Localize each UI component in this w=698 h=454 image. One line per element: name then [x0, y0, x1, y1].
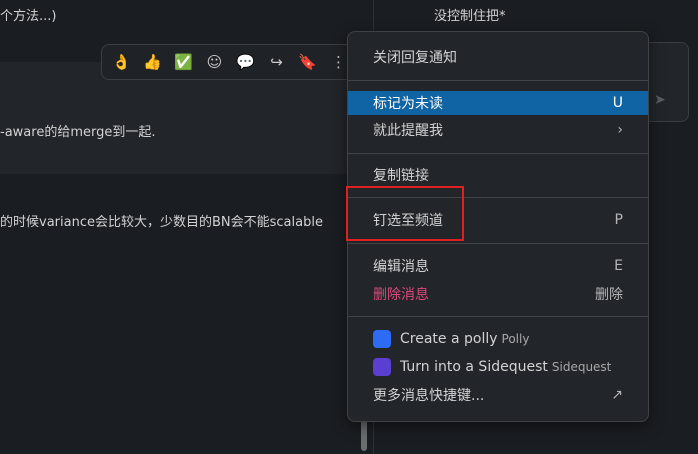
menu-item-label: 删除消息 [373, 287, 429, 303]
polly-app-icon [373, 330, 391, 348]
sidequest-menu-item[interactable]: Turn into a Sidequest Sidequest [348, 355, 648, 379]
thread-composer[interactable] [648, 42, 689, 122]
delete-message-menu-item[interactable]: 删除消息 删除 [348, 282, 648, 306]
menu-item-label: 标记为未读 [373, 96, 443, 112]
check-icon[interactable]: ✅ [170, 48, 197, 76]
copy-link-menu-item[interactable]: 复制链接 [348, 163, 648, 187]
shortcut-hint: P [614, 212, 623, 228]
bookmark-icon[interactable]: 🔖 [294, 48, 321, 76]
message-actions-toolbar: 👌 👍 ✅ ☺ 💬 ↪ 🔖 ⋮ [101, 44, 357, 80]
message-text: -aware的给merge到一起. [0, 125, 156, 140]
create-polly-menu-item[interactable]: Create a polly Polly [348, 327, 648, 351]
menu-divider [348, 243, 648, 244]
app-shortcut-label: Create a polly Polly [400, 331, 529, 347]
message-text: 个方法...) [0, 9, 57, 24]
menu-divider [348, 80, 648, 81]
edit-message-menu-item[interactable]: 编辑消息 E [348, 254, 648, 278]
menu-item-label: 编辑消息 [373, 259, 429, 275]
menu-item-label: 就此提醒我 [373, 123, 443, 139]
app-name: Polly [501, 332, 530, 346]
ok-hand-icon[interactable]: 👌 [108, 48, 135, 76]
more-shortcuts-menu-item[interactable]: 更多消息快捷键... ↗ [348, 383, 648, 407]
message-text: 的时候variance会比较大，少数目的BN会不能scalable [0, 215, 323, 230]
menu-item-label: 更多消息快捷键... [373, 388, 485, 404]
menu-item-label: 关闭回复通知 [373, 50, 457, 66]
external-link-icon: ↗ [611, 387, 623, 403]
app-shortcut-label: Turn into a Sidequest Sidequest [400, 359, 611, 375]
thumbs-up-icon[interactable]: 👍 [139, 48, 166, 76]
thread-message: 没控制住把* [434, 9, 506, 24]
annotation-highlight-box [346, 186, 464, 241]
share-icon[interactable]: ↪ [263, 48, 290, 76]
mark-unread-menu-item[interactable]: 标记为未读 U [348, 91, 648, 115]
sidequest-app-icon [373, 358, 391, 376]
app-name: Sidequest [551, 360, 612, 374]
send-icon[interactable]: ➤ [654, 92, 666, 108]
shortcut-name: Create a polly [400, 331, 498, 347]
reply-in-thread-icon[interactable]: 💬 [232, 48, 259, 76]
shortcut-name: Turn into a Sidequest [400, 359, 548, 375]
shortcut-hint: E [614, 258, 623, 274]
chevron-right-icon: › [617, 122, 623, 138]
turn-off-reply-notifications[interactable]: 关闭回复通知 [348, 45, 648, 69]
menu-item-label: 复制链接 [373, 168, 429, 184]
shortcut-hint: 删除 [595, 287, 623, 303]
remind-me-menu-item[interactable]: 就此提醒我 › [348, 118, 648, 142]
menu-divider [348, 153, 648, 154]
add-reaction-icon[interactable]: ☺ [201, 48, 228, 76]
menu-divider [348, 316, 648, 317]
shortcut-hint: U [612, 95, 623, 111]
